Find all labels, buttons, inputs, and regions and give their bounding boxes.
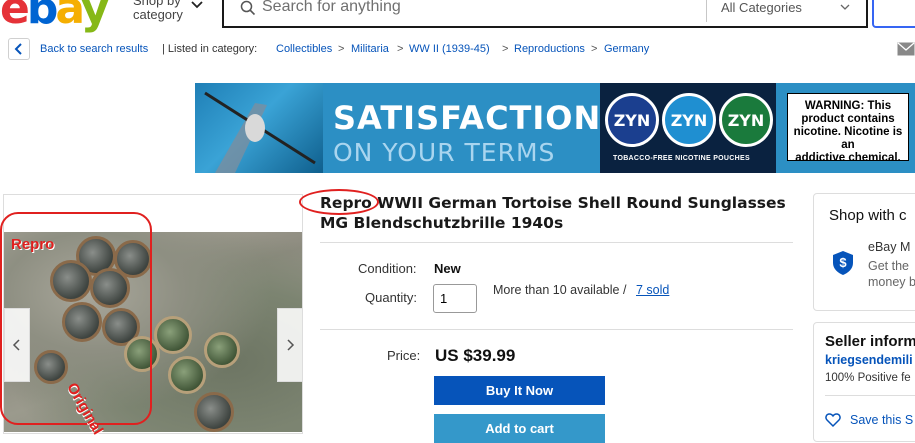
logo-letter-b: b bbox=[26, 0, 58, 34]
warning-line: nicotine. Nicotine is an bbox=[793, 126, 903, 151]
lens bbox=[168, 356, 206, 394]
ad-tagline: TOBACCO-FREE NICOTINE POUCHES bbox=[613, 155, 750, 162]
breadcrumb-ww2[interactable]: WW II (1939-45) bbox=[409, 43, 490, 55]
listed-in-label: | Listed in category: bbox=[162, 43, 258, 55]
divider bbox=[825, 395, 915, 396]
logo-letter-a: a bbox=[55, 0, 83, 34]
money-back-shield-icon: $ bbox=[833, 251, 853, 275]
condition-value: New bbox=[434, 261, 461, 276]
ad-banner[interactable]: SATISFACTION ON YOUR TERMS ZYN ZYN ZYN T… bbox=[195, 83, 915, 173]
zyn-badge-peppermint: ZYN bbox=[605, 93, 659, 147]
condition-label: Condition: bbox=[358, 261, 417, 276]
shop-card-line: eBay M bbox=[868, 240, 911, 254]
shop-card-line: money b bbox=[868, 275, 915, 289]
gallery-next-button[interactable] bbox=[277, 308, 303, 382]
breadcrumb-germany[interactable]: Germany bbox=[604, 43, 649, 55]
overlay-label-repro: Repro bbox=[11, 236, 55, 253]
logo-letter-e: e bbox=[0, 0, 30, 34]
breadcrumb-collectibles[interactable]: Collectibles bbox=[276, 43, 332, 55]
gallery-prev-button[interactable] bbox=[4, 308, 30, 382]
svg-text:$: $ bbox=[839, 255, 847, 270]
breadcrumb-militaria[interactable]: Militaria bbox=[351, 43, 389, 55]
chevron-down-icon bbox=[840, 4, 850, 10]
save-seller-link[interactable]: Save this S bbox=[850, 413, 913, 427]
ad-photo bbox=[195, 83, 323, 173]
breadcrumb-separator: > bbox=[397, 43, 404, 55]
ebay-logo[interactable]: ebay bbox=[0, 0, 110, 34]
mail-icon[interactable] bbox=[897, 42, 915, 56]
category-divider bbox=[706, 0, 707, 22]
breadcrumb-separator: > bbox=[338, 43, 345, 55]
buy-it-now-button[interactable]: Buy It Now bbox=[434, 376, 605, 405]
seller-feedback: 100% Positive fe bbox=[825, 372, 911, 384]
annotation-circle bbox=[299, 189, 379, 215]
heart-icon[interactable] bbox=[825, 412, 841, 428]
zyn-badge-wintergreen: ZYN bbox=[719, 93, 773, 147]
kayak-illustration bbox=[204, 91, 316, 173]
back-button[interactable] bbox=[8, 38, 30, 60]
warning-line: addictive chemical. bbox=[795, 152, 901, 164]
divider bbox=[320, 242, 793, 243]
divider bbox=[320, 329, 793, 330]
chevron-left-icon bbox=[14, 43, 22, 55]
search-icon bbox=[240, 0, 256, 16]
warning-line: WARNING: This bbox=[804, 100, 892, 112]
warning-line: product contains bbox=[801, 113, 895, 125]
add-to-cart-button[interactable]: Add to cart bbox=[434, 414, 605, 443]
availability-text: More than 10 available / bbox=[493, 283, 627, 297]
breadcrumb-separator: > bbox=[502, 43, 509, 55]
shop-by-line2: category bbox=[133, 7, 183, 22]
breadcrumb-reproductions[interactable]: Reproductions bbox=[514, 43, 585, 55]
seller-name-link[interactable]: kriegsendemili bbox=[825, 353, 913, 367]
shop-card-title: Shop with c bbox=[829, 207, 907, 224]
quantity-input[interactable] bbox=[433, 284, 477, 313]
back-to-search-link[interactable]: Back to search results bbox=[40, 43, 148, 55]
shop-by-category-button[interactable]: Shop by category bbox=[133, 0, 183, 22]
logo-letter-y: y bbox=[80, 0, 110, 34]
chevron-right-icon bbox=[287, 339, 295, 351]
zyn-badge-coolmint: ZYN bbox=[662, 93, 716, 147]
lens bbox=[194, 392, 234, 432]
chevron-down-icon[interactable] bbox=[190, 0, 204, 12]
price-label: Price: bbox=[387, 348, 421, 363]
price-value: US $39.99 bbox=[435, 346, 516, 365]
shop-card-line: Get the bbox=[868, 259, 909, 273]
ad-subline: ON YOUR TERMS bbox=[333, 138, 556, 167]
seller-card-title: Seller inform bbox=[825, 333, 915, 350]
lens bbox=[204, 332, 240, 368]
search-input[interactable] bbox=[262, 0, 702, 18]
category-select[interactable]: All Categories bbox=[721, 0, 802, 15]
item-title: Repro WWII German Tortoise Shell Round S… bbox=[320, 194, 786, 232]
lens bbox=[154, 316, 192, 354]
quantity-label: Quantity: bbox=[365, 290, 418, 305]
nicotine-warning: WARNING: This product contains nicotine.… bbox=[787, 93, 909, 164]
chevron-left-icon bbox=[12, 339, 20, 351]
breadcrumb-separator: > bbox=[591, 43, 598, 55]
sold-count-link[interactable]: 7 sold bbox=[636, 283, 669, 297]
ad-headline: SATISFACTION bbox=[333, 99, 602, 137]
search-button[interactable] bbox=[872, 0, 915, 28]
